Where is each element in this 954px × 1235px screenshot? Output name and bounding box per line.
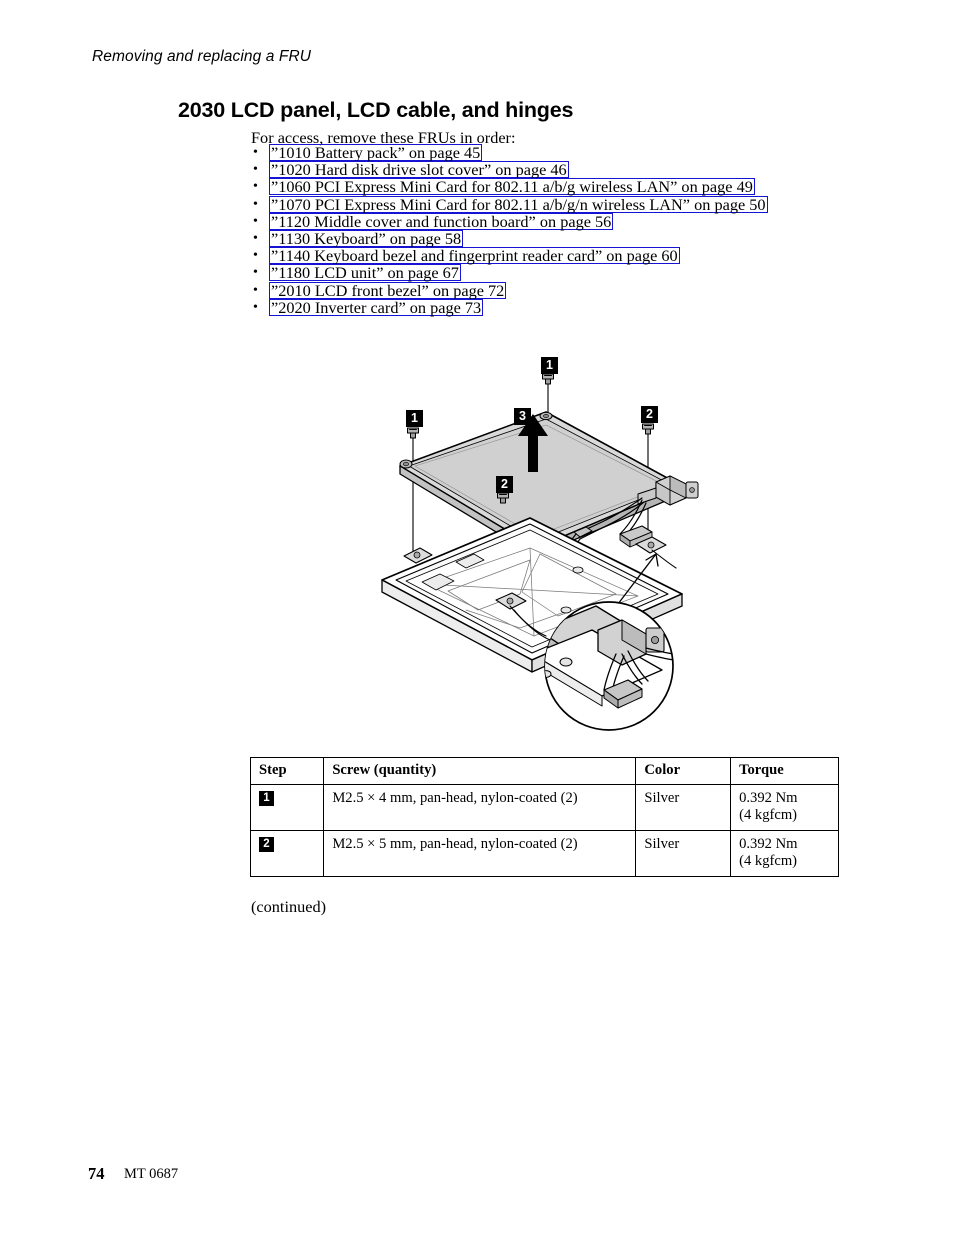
bullet-icon: • [253,145,258,160]
cross-reference-link[interactable]: ”1020 Hard disk drive slot cover” on pag… [269,161,569,179]
running-header: Removing and replacing a FRU [92,48,312,65]
bullet-icon: • [253,179,258,195]
step-badge: 1 [259,791,274,807]
cross-reference-link[interactable]: ”1070 PCI Express Mini Card for 802.11 a… [269,195,768,213]
table-row: 2 M2.5 × 5 mm, pan-head, nylon-coated (2… [249,830,839,877]
figure-callout-2-bottom: 2 [496,476,513,493]
step-badge: 2 [259,837,274,853]
torque-value: 0.392 Nm [739,836,798,852]
bullet-icon: • [253,162,258,178]
figure-callout-3-lift: 3 [514,408,531,425]
cross-reference-link[interactable]: ”2020 Inverter card” on page 73 [269,298,484,316]
screw-icon-left [407,427,419,439]
cell-color: Silver [635,830,732,877]
table-header-row: Step Screw (quantity) Color Torque [249,757,839,785]
cell-torque: 0.392 Nm (4 kgfcm) [730,830,839,877]
list-item: • ”2020 Inverter card” on page 73 [251,298,768,316]
bullet-icon: • [253,299,258,315]
figure-callout-2-right: 2 [641,406,658,423]
cell-torque: 0.392 Nm (4 kgfcm) [730,784,839,831]
column-header-screw: Screw (quantity) [323,757,637,785]
figure-illustration [381,373,699,731]
fru-reference-list: • ”1010 Battery pack” on page 45 • ”1020… [251,144,768,316]
screw-icon-top [542,373,554,385]
torque-unit-alt: (4 kgfcm) [739,807,798,823]
list-item: • ”1130 Keyboard” on page 58 [251,229,768,247]
column-header-color: Color [635,757,732,785]
torque-value: 0.392 Nm [739,790,798,806]
cell-color: Silver [635,784,732,831]
bullet-icon: • [253,248,258,264]
footer-page-number: 74 [88,1164,105,1183]
cross-reference-link[interactable]: ”1140 Keyboard bezel and fingerprint rea… [269,247,680,265]
screw-icon-right [642,423,654,435]
continued-note: (continued) [251,897,327,916]
bullet-icon: • [253,282,258,298]
footer-document-id: MT 0687 [124,1166,179,1182]
torque-unit-alt: (4 kgfcm) [739,853,798,869]
column-header-step: Step [249,757,325,785]
cell-screw: M2.5 × 4 mm, pan-head, nylon-coated (2) [323,784,637,831]
exploded-view-figure: 1 1 3 2 2 [370,348,730,748]
cross-reference-link[interactable]: ”1130 Keyboard” on page 58 [269,229,464,247]
list-item: • ”1020 Hard disk drive slot cover” on p… [251,161,768,179]
page-title: 2030 LCD panel, LCD cable, and hinges [178,98,574,122]
list-item: • ”1010 Battery pack” on page 45 [251,144,768,161]
screw-specification-table: Step Screw (quantity) Color Torque 1 M2.… [249,757,839,877]
list-item: • ”1180 LCD unit” on page 67 [251,264,768,282]
bullet-icon: • [253,196,258,212]
column-header-torque: Torque [730,757,839,785]
figure-callout-1-left: 1 [406,410,423,427]
bullet-icon: • [253,213,258,229]
cell-step: 2 [249,830,325,877]
cross-reference-link[interactable]: ”2010 LCD front bezel” on page 72 [269,281,507,299]
list-item: • ”1140 Keyboard bezel and fingerprint r… [251,247,768,265]
bullet-icon: • [253,230,258,246]
list-item: • ”2010 LCD front bezel” on page 72 [251,281,768,299]
list-item: • ”1070 PCI Express Mini Card for 802.11… [251,195,768,213]
cross-reference-link[interactable]: ”1180 LCD unit” on page 67 [269,264,461,282]
list-item: • ”1120 Middle cover and function board”… [251,212,768,230]
figure-callout-1-top: 1 [541,357,558,374]
bullet-icon: • [253,265,258,281]
cross-reference-link[interactable]: ”1060 PCI Express Mini Card for 802.11 a… [269,178,755,196]
cell-screw: M2.5 × 5 mm, pan-head, nylon-coated (2) [323,830,637,877]
table-row: 1 M2.5 × 4 mm, pan-head, nylon-coated (2… [249,784,839,831]
cross-reference-link[interactable]: ”1010 Battery pack” on page 45 [269,144,483,161]
cell-step: 1 [249,784,325,831]
cross-reference-link[interactable]: ”1120 Middle cover and function board” o… [269,212,614,230]
list-item: • ”1060 PCI Express Mini Card for 802.11… [251,178,768,196]
